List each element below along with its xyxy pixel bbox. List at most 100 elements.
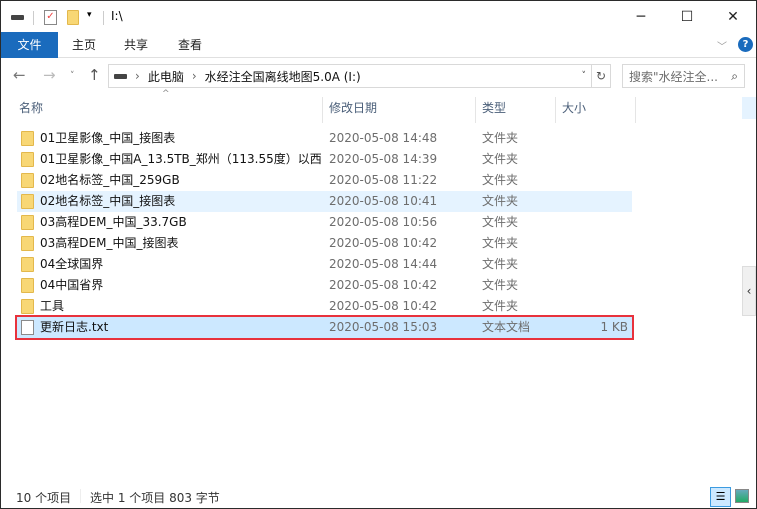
file-date: 2020-05-08 14:39 xyxy=(329,152,438,166)
folder-icon xyxy=(21,152,34,167)
file-row[interactable]: 04全球国界 2020-05-08 14:44 文件夹 xyxy=(17,254,632,275)
file-name: 01卫星影像_中国A_13.5TB_郑州（113.55度）以西 xyxy=(40,152,322,166)
file-date: 2020-05-08 10:42 xyxy=(329,278,438,292)
tab-file[interactable]: 文件 xyxy=(1,32,58,58)
help-icon[interactable]: ? xyxy=(738,37,753,52)
column-header-name[interactable]: 名称 xyxy=(19,97,43,119)
file-date: 2020-05-08 10:56 xyxy=(329,215,438,229)
forward-icon[interactable]: → xyxy=(43,66,56,84)
sort-ascending-icon: ^ xyxy=(162,89,170,99)
refresh-icon[interactable]: ↻ xyxy=(591,65,610,87)
details-view-button[interactable]: ☰ xyxy=(710,487,731,507)
folder-icon xyxy=(21,299,34,314)
file-row[interactable]: 03高程DEM_中国_33.7GB 2020-05-08 10:56 文件夹 xyxy=(17,212,632,233)
tab-share[interactable]: 共享 xyxy=(113,32,159,58)
large-icons-view-button[interactable] xyxy=(735,489,749,503)
recent-locations-icon[interactable]: ˅ xyxy=(70,71,75,81)
title-bar: ✓ ▾ I:\ ─ ☐ ✕ xyxy=(1,1,756,32)
file-row[interactable]: 01卫星影像_中国A_13.5TB_郑州（113.55度）以西 2020-05-… xyxy=(17,149,632,170)
tab-view[interactable]: 查看 xyxy=(167,32,213,58)
selection-info: 选中 1 个项目 803 字节 xyxy=(90,491,220,505)
file-name: 03高程DEM_中国_33.7GB xyxy=(40,215,187,229)
file-type: 文件夹 xyxy=(482,236,519,250)
window-title: I:\ xyxy=(111,9,123,23)
divider xyxy=(33,11,34,25)
file-row[interactable]: 02地名标签_中国_259GB 2020-05-08 11:22 文件夹 xyxy=(17,170,632,191)
file-size: 1 KB xyxy=(600,320,628,334)
file-date: 2020-05-08 11:22 xyxy=(329,173,438,187)
item-count: 10 个项目 xyxy=(16,491,72,505)
divider xyxy=(103,11,104,25)
file-date: 2020-05-08 14:44 xyxy=(329,257,438,271)
file-name: 02地名标签_中国_接图表 xyxy=(40,194,176,208)
file-date: 2020-05-08 14:48 xyxy=(329,131,438,145)
column-divider[interactable] xyxy=(555,97,556,123)
chevron-right-icon: › xyxy=(135,69,140,83)
search-icon: ⌕ xyxy=(731,68,738,83)
address-bar[interactable]: › 此电脑 › 水经注全国离线地图5.0A (I:) ˅ ↻ xyxy=(108,64,611,88)
properties-icon[interactable]: ✓ xyxy=(44,10,57,25)
customize-quick-access-icon[interactable]: ▾ xyxy=(87,10,92,20)
file-date: 2020-05-08 15:03 xyxy=(329,320,438,334)
file-row[interactable]: 更新日志.txt 2020-05-08 15:03 文本文档 1 KB xyxy=(15,315,634,340)
column-divider[interactable] xyxy=(322,97,323,123)
column-header-date[interactable]: 修改日期 xyxy=(329,97,377,119)
file-date: 2020-05-08 10:41 xyxy=(329,194,438,208)
folder-icon xyxy=(21,278,34,293)
file-type: 文件夹 xyxy=(482,299,519,313)
file-name: 04中国省界 xyxy=(40,278,104,292)
file-type: 文件夹 xyxy=(482,173,519,187)
file-date: 2020-05-08 10:42 xyxy=(329,299,438,313)
breadcrumb-this-pc[interactable]: 此电脑 xyxy=(148,68,184,85)
file-name: 01卫星影像_中国_接图表 xyxy=(40,131,176,145)
file-explorer-window: ✓ ▾ I:\ ─ ☐ ✕ 文件 主页 共享 查看 ﹀ ? ← → ˅ ↑ › … xyxy=(0,0,757,509)
up-icon[interactable]: ↑ xyxy=(88,66,101,84)
divider xyxy=(80,489,81,503)
maximize-button[interactable]: ☐ xyxy=(664,1,710,32)
close-button[interactable]: ✕ xyxy=(710,1,756,32)
file-name: 03高程DEM_中国_接图表 xyxy=(40,236,179,250)
preview-pane-toggle[interactable]: ‹ xyxy=(742,266,756,316)
folder-icon xyxy=(21,257,34,272)
file-name: 02地名标签_中国_259GB xyxy=(40,173,180,187)
folder-icon xyxy=(21,173,34,188)
file-name: 工具 xyxy=(40,299,65,313)
folder-icon xyxy=(21,131,34,146)
file-row[interactable]: 01卫星影像_中国_接图表 2020-05-08 14:48 文件夹 xyxy=(17,128,632,149)
file-type: 文件夹 xyxy=(482,194,519,208)
header-scroll-area xyxy=(742,97,756,119)
file-row[interactable]: 04中国省界 2020-05-08 10:42 文件夹 xyxy=(17,275,632,296)
search-input[interactable]: 搜索"水经注全... ⌕ xyxy=(622,64,745,88)
file-date: 2020-05-08 10:42 xyxy=(329,236,438,250)
minimize-button[interactable]: ─ xyxy=(618,1,664,32)
file-name: 更新日志.txt xyxy=(40,320,109,334)
file-type: 文本文档 xyxy=(482,320,531,334)
new-folder-icon[interactable] xyxy=(67,10,79,25)
back-icon[interactable]: ← xyxy=(13,66,26,84)
file-type: 文件夹 xyxy=(482,278,519,292)
file-row[interactable]: 工具 2020-05-08 10:42 文件夹 xyxy=(17,296,632,317)
column-divider[interactable] xyxy=(635,97,636,123)
expand-ribbon-icon[interactable]: ﹀ xyxy=(717,38,727,53)
file-row[interactable]: 03高程DEM_中国_接图表 2020-05-08 10:42 文件夹 xyxy=(17,233,632,254)
chevron-right-icon: › xyxy=(191,69,197,83)
file-type: 文件夹 xyxy=(482,215,519,229)
folder-icon xyxy=(21,236,34,251)
file-name: 04全球国界 xyxy=(40,257,104,271)
file-type: 文件夹 xyxy=(482,257,519,271)
ribbon-tabs: 文件 主页 共享 查看 ﹀ ? xyxy=(1,32,756,58)
text-file-icon xyxy=(21,320,34,335)
column-header-size[interactable]: 大小 xyxy=(562,97,586,119)
file-type: 文件夹 xyxy=(482,131,519,145)
folder-icon xyxy=(21,194,34,209)
column-header-type[interactable]: 类型 xyxy=(482,97,506,119)
search-placeholder: 搜索"水经注全... xyxy=(629,69,718,84)
tab-home[interactable]: 主页 xyxy=(61,32,107,58)
drive-icon xyxy=(114,73,127,79)
address-dropdown-icon[interactable]: ˅ xyxy=(582,71,587,81)
file-row[interactable]: 02地名标签_中国_接图表 2020-05-08 10:41 文件夹 xyxy=(17,191,632,212)
folder-icon xyxy=(21,215,34,230)
file-type: 文件夹 xyxy=(482,152,519,166)
column-divider[interactable] xyxy=(475,97,476,123)
breadcrumb-drive[interactable]: 水经注全国离线地图5.0A (I:) xyxy=(205,68,361,85)
